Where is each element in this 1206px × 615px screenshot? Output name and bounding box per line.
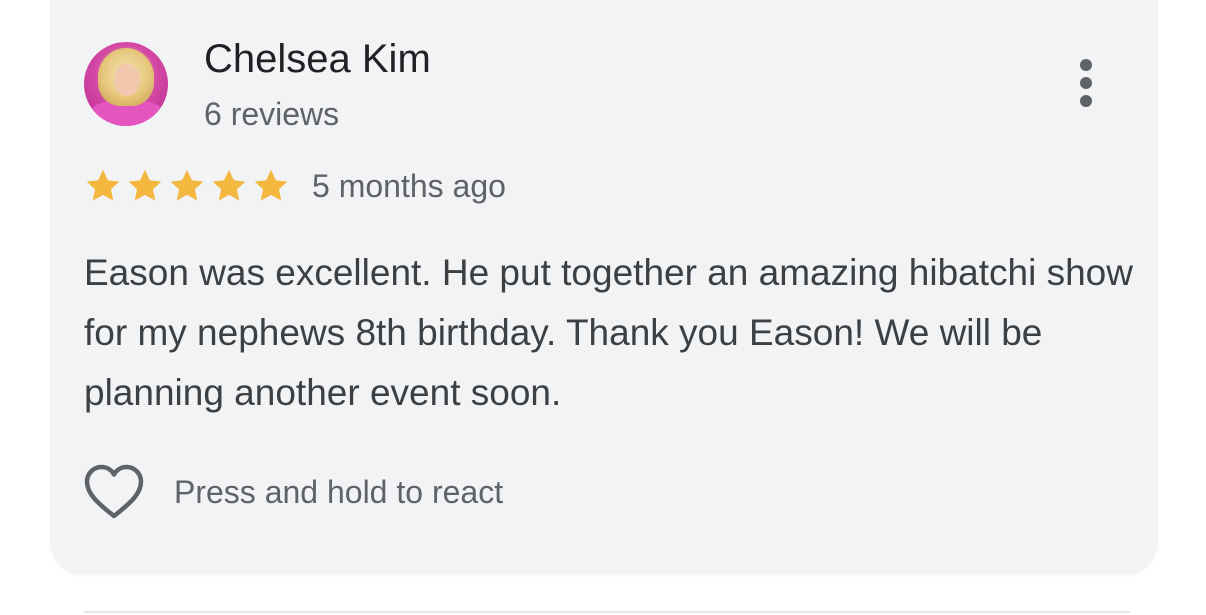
star-icon — [128, 169, 162, 201]
star-icon — [86, 169, 120, 201]
heart-outline-icon — [84, 464, 144, 519]
more-options-button[interactable] — [1068, 54, 1104, 114]
react-hint: Press and hold to react — [174, 473, 504, 510]
react-button[interactable] — [82, 462, 146, 522]
react-row: Press and hold to react — [82, 462, 503, 522]
more-vert-icon — [1080, 59, 1092, 107]
reviewer-review-count[interactable]: 6 reviews — [204, 95, 339, 133]
star-rating — [84, 166, 294, 206]
star-icon — [254, 169, 288, 201]
star-icon — [170, 169, 204, 201]
review-card: Chelsea Kim 6 reviews 5 months ago Eason… — [50, 0, 1158, 575]
review-time: 5 months ago — [312, 168, 506, 204]
star-icon — [212, 169, 246, 201]
reviewer-name[interactable]: Chelsea Kim — [204, 36, 431, 82]
avatar-face — [114, 64, 140, 96]
avatar[interactable] — [84, 42, 168, 126]
review-text: Eason was excellent. He put together an … — [84, 252, 1133, 413]
divider — [84, 611, 1130, 613]
